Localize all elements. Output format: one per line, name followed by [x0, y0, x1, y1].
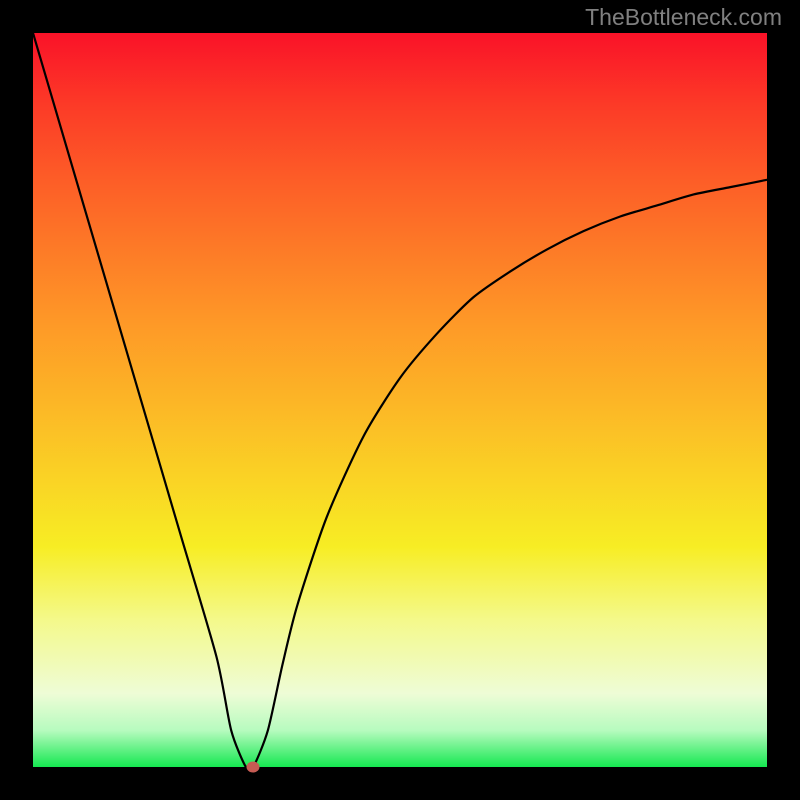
- watermark-text: TheBottleneck.com: [585, 4, 782, 31]
- chart-frame: TheBottleneck.com: [0, 0, 800, 800]
- plot-area: [33, 33, 767, 767]
- curve-svg: [33, 33, 767, 767]
- bottleneck-curve-path: [33, 33, 767, 767]
- marker-dot: [247, 762, 260, 773]
